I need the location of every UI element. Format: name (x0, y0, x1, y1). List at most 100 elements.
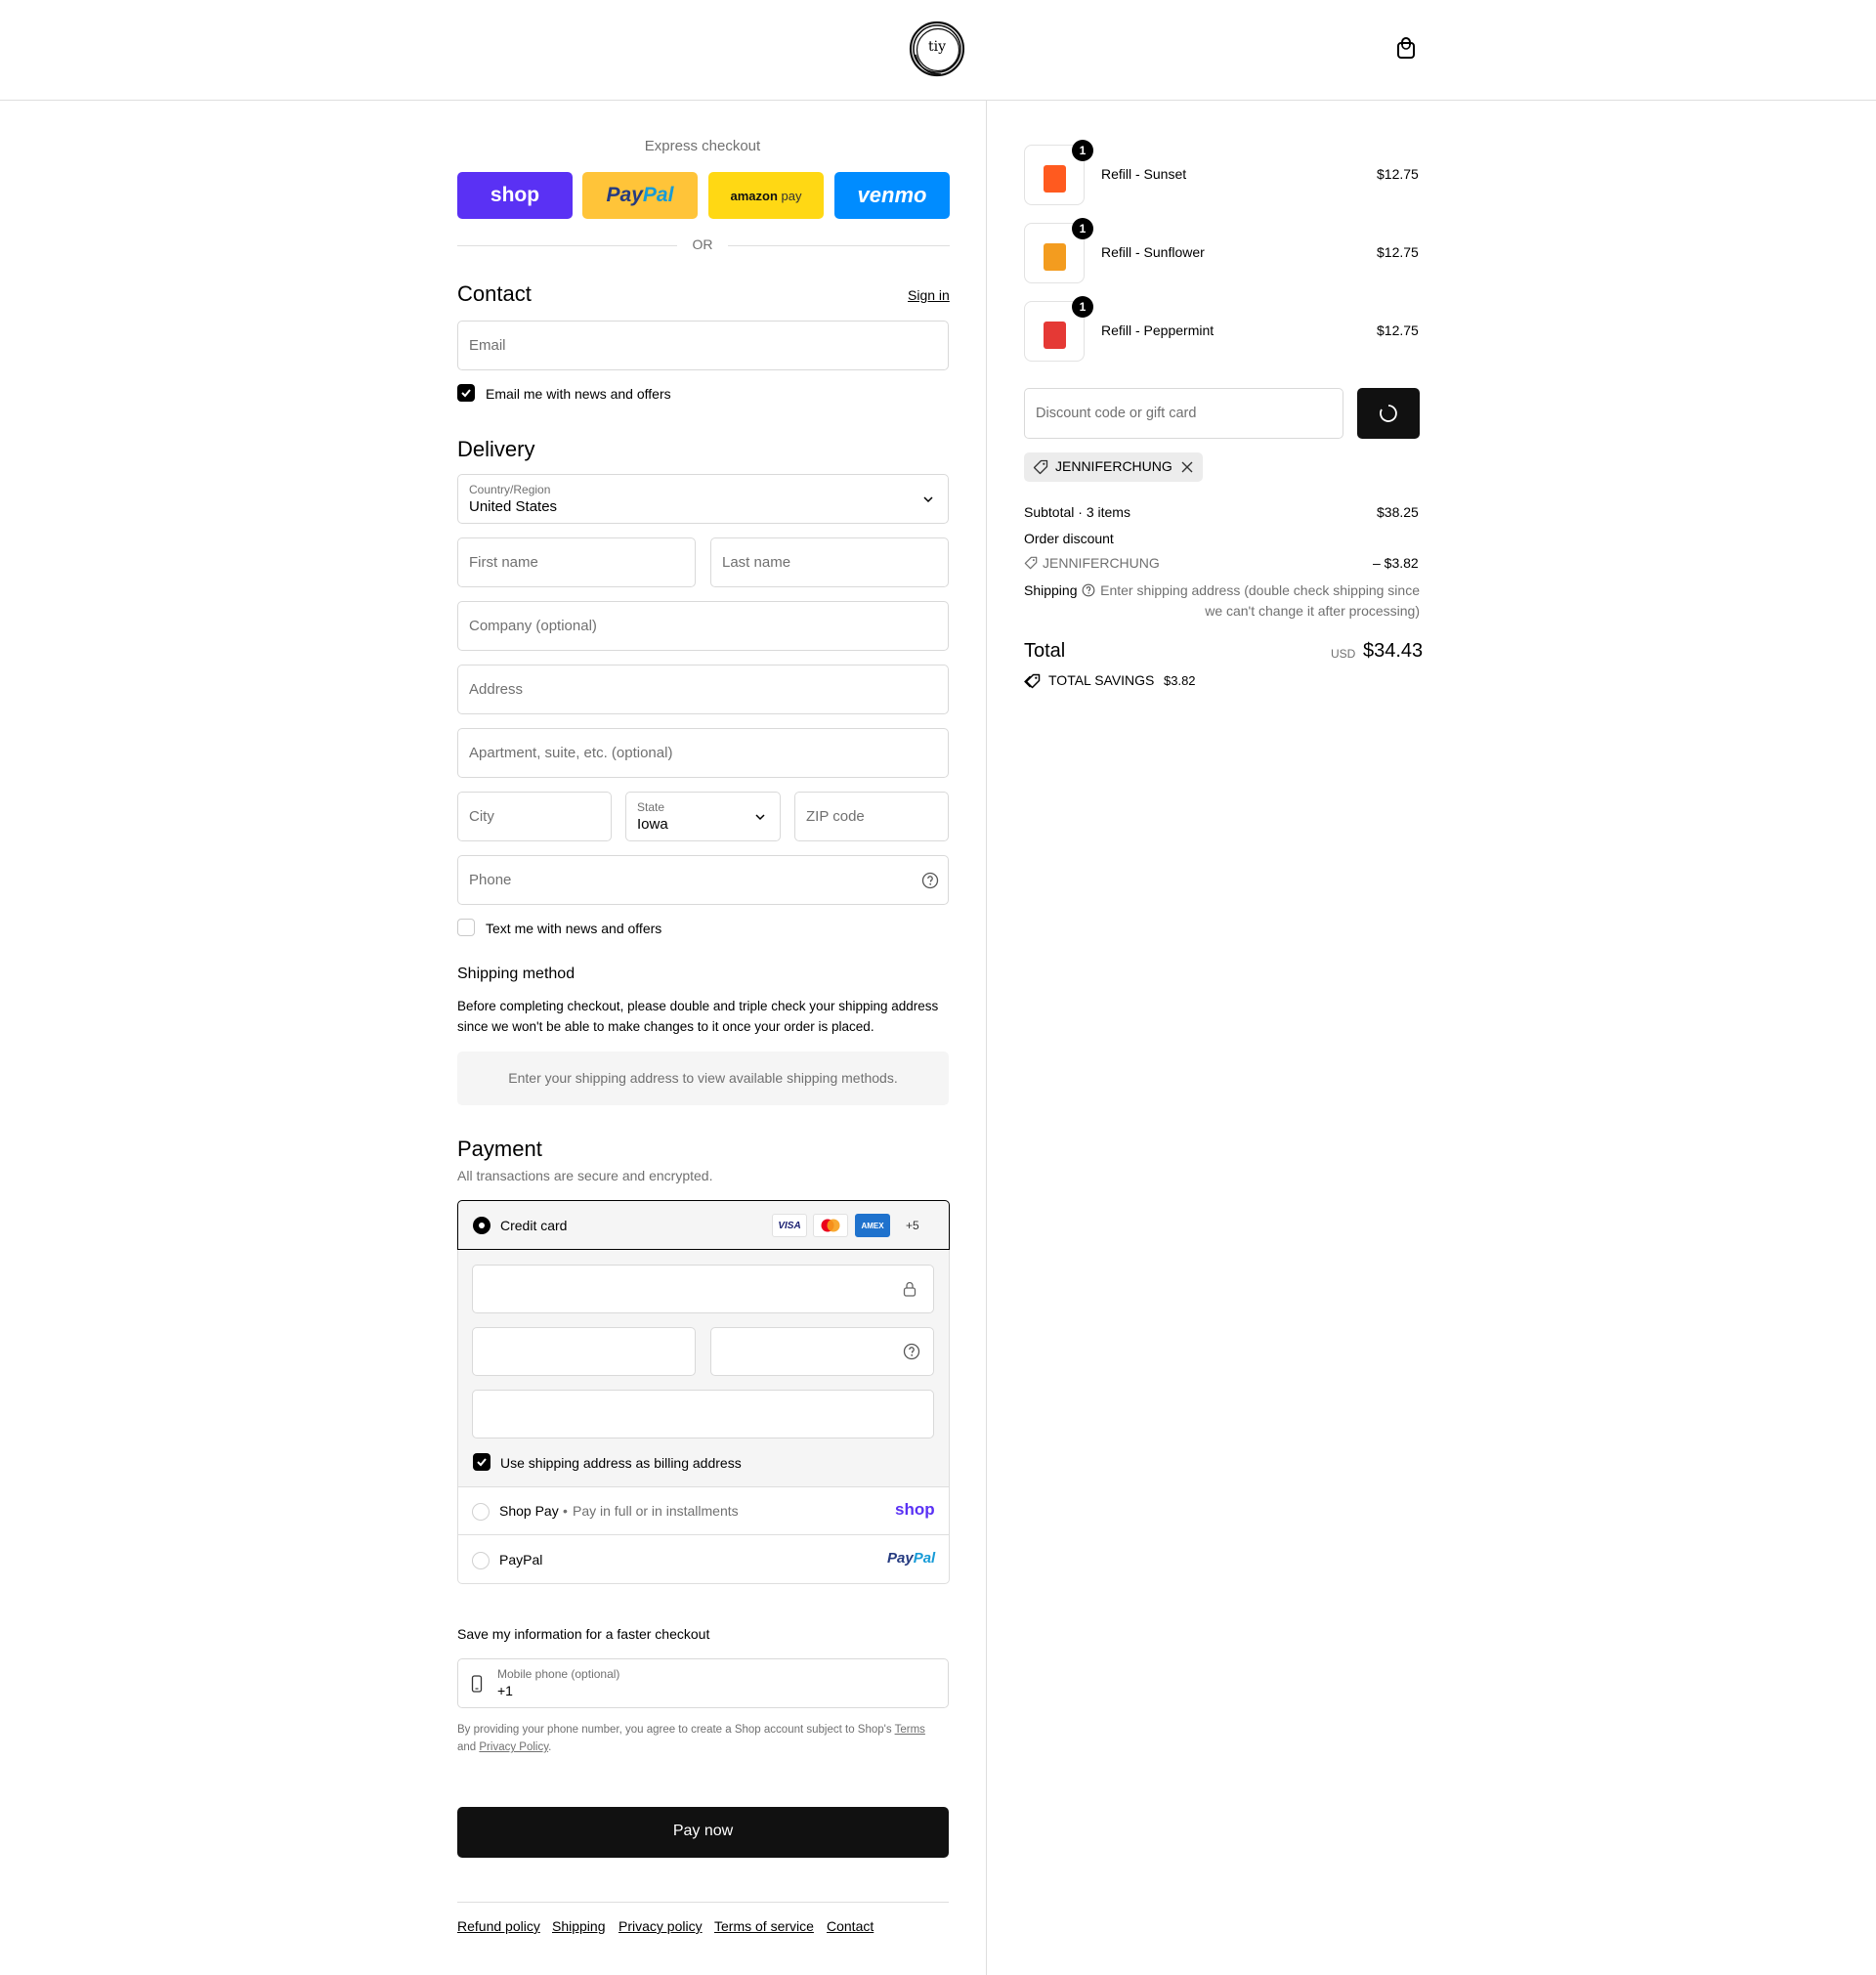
first-name-placeholder: First name (469, 554, 538, 571)
shopping-bag-icon[interactable] (1395, 37, 1419, 63)
shop-pay-radio[interactable] (472, 1503, 490, 1521)
product-image-sunset (1044, 165, 1066, 193)
credit-card-label: Credit card (500, 1218, 568, 1233)
product-price: $12.75 (1377, 322, 1419, 338)
chevron-down-icon (923, 496, 933, 503)
total-label: Total (1024, 640, 1066, 662)
paypal-logo: PayPal (606, 184, 674, 206)
product-name: Refill - Sunset (1101, 166, 1187, 182)
last-name-field[interactable]: Last name (710, 537, 949, 587)
total-value: $34.43 (1363, 640, 1424, 662)
tag-icon (1033, 459, 1048, 475)
shop-privacy-link[interactable]: Privacy Policy (479, 1741, 548, 1753)
product-name: Refill - Sunflower (1101, 244, 1205, 260)
sign-in-link[interactable]: Sign in (908, 287, 950, 303)
expiration-date-field[interactable] (472, 1327, 696, 1376)
disclaimer-and: and (457, 1741, 477, 1753)
email-field[interactable]: Email (457, 321, 949, 370)
save-info-disclaimer: By providing your phone number, you agre… (457, 1721, 949, 1756)
country-select-value: United States (469, 498, 558, 515)
security-code-field[interactable] (710, 1327, 934, 1376)
email-news-label: Email me with news and offers (486, 386, 671, 402)
shipping-policy-link[interactable]: Shipping (552, 1918, 606, 1934)
applied-discount-code: JENNIFERCHUNG (1055, 458, 1172, 474)
contact-link[interactable]: Contact (827, 1918, 874, 1934)
phone-field[interactable]: Phone (457, 855, 949, 905)
close-icon[interactable] (1180, 460, 1194, 474)
total-savings-value: $3.82 (1164, 673, 1196, 688)
text-news-checkbox[interactable] (457, 919, 475, 936)
shop-terms-link[interactable]: Terms (895, 1724, 925, 1736)
shipping-method-note-line1: Before completing checkout, please doubl… (457, 999, 939, 1013)
paypal-logo: PayPal (887, 1550, 936, 1567)
billing-address-checkbox[interactable] (473, 1453, 490, 1471)
amazon-pay-express-button[interactable]: amazon pay (708, 172, 824, 219)
paypal-express-button[interactable]: PayPal (582, 172, 698, 219)
mobile-phone-label: Mobile phone (optional) (497, 1667, 620, 1681)
city-field[interactable]: City (457, 792, 612, 841)
contact-heading: Contact (457, 281, 532, 306)
discount-code-field[interactable]: Discount code or gift card (1024, 388, 1343, 439)
state-select-label: State (637, 800, 665, 814)
credit-card-radio[interactable] (473, 1217, 490, 1234)
paypal-radio[interactable] (472, 1552, 490, 1569)
country-select-label: Country/Region (469, 483, 551, 496)
quantity-badge: 1 (1072, 140, 1093, 161)
order-discount-value: – $3.82 (1373, 555, 1419, 571)
brand-logo[interactable]: tiy (908, 20, 966, 78)
address-field[interactable]: Address (457, 665, 949, 714)
state-select-value: Iowa (637, 816, 668, 833)
venmo-express-button[interactable]: venmo (834, 172, 950, 219)
or-divider-label: OR (692, 236, 713, 252)
mobile-phone-value: +1 (497, 1683, 513, 1698)
lock-icon (903, 1281, 917, 1297)
state-select[interactable]: State Iowa (625, 792, 781, 841)
apply-discount-button[interactable] (1357, 388, 1420, 439)
shop-pay-logo: shop (895, 1500, 935, 1519)
company-placeholder: Company (optional) (469, 618, 597, 634)
product-name: Refill - Peppermint (1101, 322, 1215, 338)
shop-pay-express-button[interactable]: shop (457, 172, 573, 219)
terms-of-service-link[interactable]: Terms of service (714, 1918, 814, 1934)
first-name-field[interactable]: First name (457, 537, 696, 587)
or-divider-right (728, 245, 950, 246)
credit-card-option[interactable]: Credit card VISA AMEX +5 (457, 1200, 950, 1250)
disclaimer-text: By providing your phone number, you agre… (457, 1724, 892, 1736)
pay-now-button[interactable]: Pay now (457, 1807, 949, 1858)
company-field[interactable]: Company (optional) (457, 601, 949, 651)
shipping-label: Shipping (1024, 582, 1078, 598)
text-news-label: Text me with news and offers (486, 921, 662, 936)
apartment-field[interactable]: Apartment, suite, etc. (optional) (457, 728, 949, 778)
shipping-method-note-line2: since we won't be able to make changes t… (457, 1019, 874, 1034)
mobile-phone-field[interactable]: Mobile phone (optional) +1 (457, 1658, 949, 1708)
payment-heading: Payment (457, 1137, 542, 1161)
help-circle-icon[interactable] (921, 872, 939, 889)
amazon-pay-logo: amazon pay (730, 188, 802, 203)
paypal-option[interactable]: PayPal PayPal (458, 1536, 949, 1583)
disclaimer-period: . (548, 1741, 552, 1753)
delivery-heading: Delivery (457, 437, 535, 461)
email-news-checkbox[interactable] (457, 384, 475, 402)
name-on-card-field[interactable] (472, 1390, 934, 1438)
tag-icon (1024, 556, 1038, 570)
savings-tag-icon (1024, 673, 1041, 689)
shop-pay-label: Shop Pay (499, 1503, 559, 1519)
country-select[interactable]: Country/Region United States (457, 474, 949, 524)
discount-code-placeholder: Discount code or gift card (1036, 406, 1197, 421)
help-circle-icon[interactable] (903, 1343, 920, 1360)
footer-divider (457, 1902, 949, 1903)
more-cards-count: +5 (906, 1219, 919, 1232)
shipping-note-line1: Enter shipping address (double check shi… (1100, 582, 1420, 598)
zip-field[interactable]: ZIP code (794, 792, 949, 841)
card-number-field[interactable] (472, 1265, 934, 1313)
order-discount-label: Order discount (1024, 531, 1114, 546)
apartment-placeholder: Apartment, suite, etc. (optional) (469, 745, 673, 761)
subtotal-value: $38.25 (1377, 504, 1419, 520)
express-checkout-title: Express checkout (644, 138, 761, 154)
refund-policy-link[interactable]: Refund policy (457, 1918, 540, 1934)
shipping-methods-placeholder-box: Enter your shipping address to view avai… (457, 1052, 949, 1105)
total-currency: USD (1331, 647, 1356, 661)
shipping-note-line2: we can't change it after processing) (1205, 603, 1420, 619)
shop-pay-option[interactable]: Shop Pay • Pay in full or in installment… (458, 1487, 949, 1535)
privacy-policy-link[interactable]: Privacy policy (618, 1918, 703, 1934)
